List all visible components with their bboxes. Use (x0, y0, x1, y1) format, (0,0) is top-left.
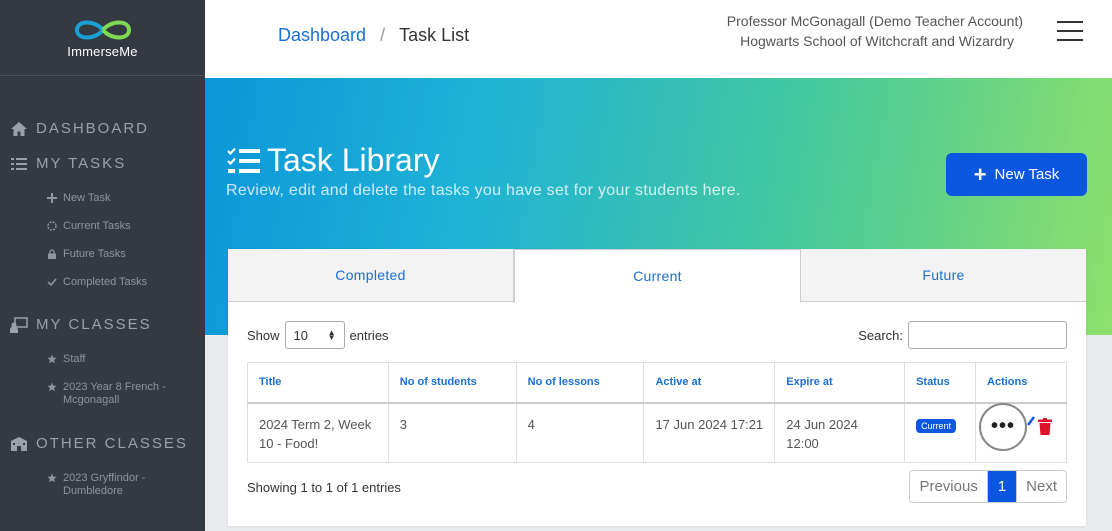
column-header-students[interactable]: No of students (387, 362, 517, 404)
sidebar-item-label: OTHER CLASSES (36, 435, 188, 452)
sidebar-item-label: 2023 Gryffindor - Dumbledore (63, 472, 146, 497)
sidebar-item-label: MY TASKS (36, 155, 127, 172)
page-subtitle: Review, edit and delete the tasks you ha… (226, 182, 741, 199)
cell-actions: ••• (975, 402, 1067, 463)
sidebar-item-label: Current Tasks (63, 220, 131, 232)
lock-icon (48, 249, 56, 259)
plus-icon (47, 193, 57, 203)
sidebar: ImmerseMe DASHBOARD MY TASKS New Task Cu… (0, 0, 205, 531)
sidebar-item-my-tasks[interactable]: MY TASKS (10, 155, 126, 172)
breadcrumb-separator: / (380, 25, 386, 45)
sidebar-item-label: Staff (63, 353, 86, 365)
top-bar: Dashboard / Task List Professor McGonaga… (205, 0, 1112, 78)
pagination-previous[interactable]: Previous (910, 471, 988, 502)
edit-icon[interactable] (1027, 415, 1036, 426)
sidebar-item-future-tasks[interactable]: Future Tasks (47, 248, 126, 261)
page-title: Task Library (227, 142, 440, 179)
sidebar-item-current-tasks[interactable]: Current Tasks (47, 220, 131, 233)
sidebar-item-class-staff[interactable]: Staff (47, 353, 85, 366)
brand-name: ImmerseMe (67, 43, 138, 59)
column-header-title[interactable]: Title (247, 362, 389, 404)
sidebar-item-class-french[interactable]: 2023 Year 8 French - Mcgonagall (47, 381, 187, 407)
entries-label: entries (349, 327, 389, 343)
hamburger-icon[interactable] (1057, 21, 1083, 41)
sidebar-item-completed-tasks[interactable]: Completed Tasks (47, 276, 147, 289)
tab-future[interactable]: Future (801, 249, 1086, 301)
check-icon (47, 278, 57, 287)
spinner-icon (47, 221, 57, 231)
task-card: Completed Current Future Show 10 ▲ ▼ entr… (228, 249, 1086, 526)
breadcrumb: Dashboard / Task List (278, 25, 469, 46)
column-header-active-at[interactable]: Active at (643, 362, 776, 404)
star-icon (47, 382, 57, 392)
trash-icon[interactable] (1038, 417, 1053, 435)
sidebar-item-class-gryffindor[interactable]: 2023 Gryffindor - Dumbledore (47, 472, 187, 498)
sidebar-item-dashboard[interactable]: DASHBOARD (10, 120, 149, 137)
pagination-next[interactable]: Next (1017, 471, 1066, 502)
task-tabs: Completed Current Future (228, 249, 1086, 303)
cell-students: 3 (387, 402, 517, 463)
search-input[interactable] (908, 321, 1067, 349)
brand-logo[interactable]: ImmerseMe (0, 0, 205, 76)
entries-length-control: Show 10 ▲ ▼ entries (247, 321, 389, 349)
sidebar-item-label: 2023 Year 8 French - Mcgonagall (63, 381, 166, 406)
sidebar-item-label: DASHBOARD (36, 120, 150, 137)
cell-expire-at: 24 Jun 2024 12:00 (774, 402, 906, 463)
plus-icon: + (973, 161, 987, 187)
cell-title: 2024 Term 2, Week 10 - Food! (247, 402, 389, 463)
pagination: Previous 1 Next (909, 470, 1067, 503)
tab-current[interactable]: Current (514, 249, 801, 303)
pagination-page-1[interactable]: 1 (987, 471, 1018, 502)
status-badge: Current (916, 418, 957, 433)
more-actions-button[interactable]: ••• (979, 402, 1028, 451)
task-table: Title No of students No of lessons Activ… (247, 362, 1067, 463)
sidebar-item-label: Completed Tasks (63, 276, 148, 288)
breadcrumb-dashboard-link[interactable]: Dashboard (278, 25, 366, 46)
table-row: 2024 Term 2, Week 10 - Food! 3 4 17 Jun … (247, 402, 1067, 463)
select-arrows-icon: ▲ ▼ (327, 328, 336, 342)
infinity-logo-icon (74, 20, 131, 39)
sidebar-item-label: MY CLASSES (36, 316, 152, 333)
entries-select-value: 10 (293, 328, 308, 343)
breadcrumb-current: Task List (399, 25, 470, 45)
new-task-button-label: New Task (994, 166, 1060, 183)
sidebar-item-other-classes[interactable]: OTHER CLASSES (10, 435, 188, 452)
home-icon (11, 121, 27, 136)
column-header-lessons[interactable]: No of lessons (515, 362, 645, 404)
star-icon (47, 354, 57, 364)
table-search: Search: (858, 321, 1067, 349)
new-task-button[interactable]: + New Task (946, 153, 1087, 196)
cell-active-at: 17 Jun 2024 17:21 (643, 402, 776, 463)
sidebar-item-label: Future Tasks (63, 248, 126, 260)
teacher-icon (10, 316, 28, 333)
sidebar-item-my-classes[interactable]: MY CLASSES (10, 316, 152, 333)
table-info: Showing 1 to 1 of 1 entries (247, 480, 401, 495)
task-list-icon (227, 147, 260, 173)
user-info: Professor McGonagall (Demo Teacher Accou… (727, 11, 1023, 51)
column-header-status[interactable]: Status (904, 362, 977, 404)
school-icon (11, 436, 27, 451)
column-header-expire-at[interactable]: Expire at (774, 362, 906, 404)
entries-select[interactable]: 10 ▲ ▼ (284, 321, 345, 349)
task-list-icon (11, 157, 27, 170)
sidebar-item-label: New Task (63, 192, 111, 204)
user-school: Hogwarts School of Witchcraft and Wizard… (740, 33, 1014, 49)
search-label: Search: (858, 327, 903, 343)
user-name: Professor McGonagall (Demo Teacher Accou… (726, 13, 1023, 29)
tab-completed[interactable]: Completed (228, 249, 514, 301)
show-label: Show (247, 327, 280, 343)
table-header-row: Title No of students No of lessons Activ… (247, 362, 1067, 404)
cell-status: Current (904, 402, 977, 463)
star-icon (47, 473, 57, 483)
column-header-actions: Actions (975, 362, 1067, 404)
page-title-text: Task Library (267, 142, 440, 178)
cell-lessons: 4 (515, 402, 645, 463)
sidebar-item-new-task[interactable]: New Task (47, 192, 110, 205)
